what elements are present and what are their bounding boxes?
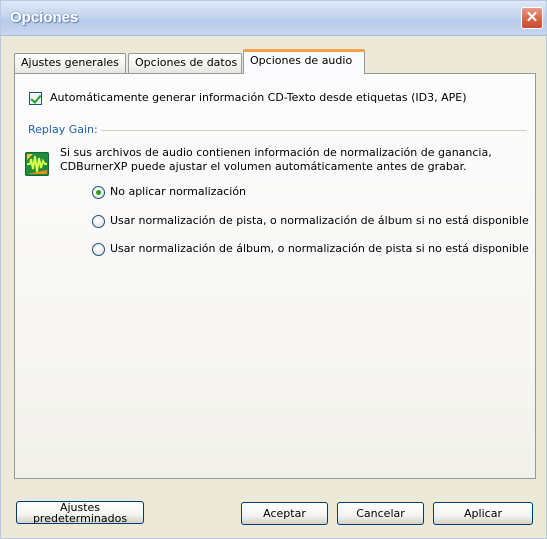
tab-label: Ajustes generales — [21, 56, 119, 69]
radio-label-track-normalization[interactable]: Usar normalización de pista, o normaliza… — [110, 214, 529, 227]
tab-label: Opciones de audio — [250, 54, 353, 67]
defaults-button[interactable]: Ajustes predeterminados — [16, 501, 144, 524]
radio-album-normalization[interactable] — [92, 243, 105, 256]
ok-button-label: Aceptar — [263, 507, 306, 520]
apply-button[interactable]: Aplicar — [433, 502, 533, 525]
replay-gain-description-line2: CDBurnerXP puede ajustar el volumen auto… — [60, 160, 467, 173]
tab-audio-options[interactable]: Opciones de audio — [243, 49, 365, 74]
tab-data-options[interactable]: Opciones de datos — [128, 53, 242, 73]
group-divider — [101, 130, 527, 131]
radio-label-album-normalization[interactable]: Usar normalización de álbum, o normaliza… — [110, 242, 529, 255]
window-title: Opciones — [10, 9, 79, 26]
cancel-button-label: Cancelar — [356, 507, 405, 520]
replay-gain-group-label: Replay Gain: — [28, 123, 98, 136]
options-dialog: Opciones ✕ Ajustes generales Opciones de… — [0, 0, 547, 539]
title-bar[interactable]: Opciones ✕ — [1, 1, 546, 36]
radio-no-normalization[interactable] — [92, 186, 105, 199]
defaults-button-label-line2: predeterminados — [32, 512, 128, 525]
radio-selected-dot — [96, 190, 101, 195]
close-icon: ✕ — [525, 9, 539, 26]
tab-general-settings[interactable]: Ajustes generales — [14, 53, 126, 73]
audio-options-panel: Automáticamente generar información CD-T… — [14, 73, 536, 479]
audio-wave-icon — [25, 152, 49, 176]
cdtext-checkbox[interactable] — [29, 92, 42, 105]
radio-track-normalization[interactable] — [92, 215, 105, 228]
cdtext-checkbox-label[interactable]: Automáticamente generar información CD-T… — [50, 91, 467, 104]
radio-label-no-normalization[interactable]: No aplicar normalización — [110, 185, 246, 198]
tab-label: Opciones de datos — [135, 56, 238, 69]
replay-gain-description-line1: Si sus archivos de audio contienen infor… — [60, 146, 492, 159]
cancel-button[interactable]: Cancelar — [337, 502, 424, 525]
checkmark-icon — [30, 92, 42, 104]
apply-button-label: Aplicar — [464, 507, 502, 520]
ok-button[interactable]: Aceptar — [241, 502, 328, 525]
close-button[interactable]: ✕ — [521, 7, 543, 29]
